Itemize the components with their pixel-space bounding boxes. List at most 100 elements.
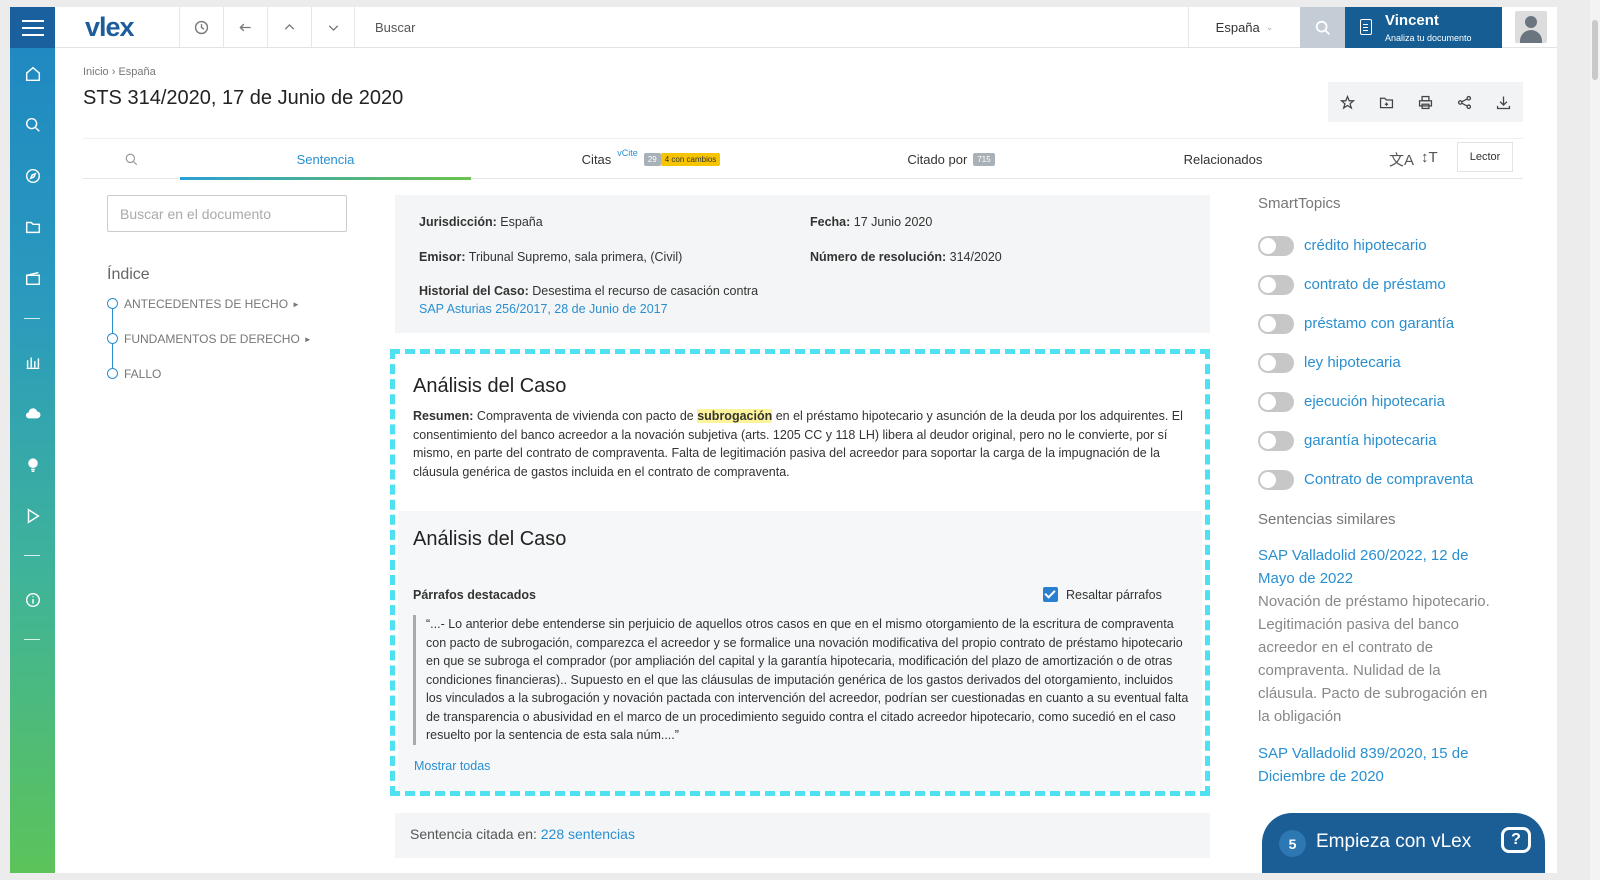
summary-label: Resumen: [413,409,474,423]
tab-relacionados[interactable]: Relacionados [1133,139,1313,179]
chevron-up-icon[interactable] [267,7,311,48]
smarttopic-label[interactable]: crédito hipotecario [1304,237,1427,254]
toc-dot-icon [107,333,118,344]
citas-changes-badge: 4 con cambios [660,152,721,166]
home-icon[interactable] [10,65,55,83]
toc-item[interactable]: FALLO [107,367,312,402]
date-value: 17 Junio 2020 [853,215,933,229]
analysis-title: Análisis del Caso [413,528,567,550]
document-search-input[interactable]: Buscar en el documento [107,195,347,232]
toc-item[interactable]: ANTECEDENTES DE HECHO ► [107,297,312,332]
toggle-switch[interactable] [1258,313,1294,334]
country-select[interactable]: España ⌄ [1188,7,1300,48]
tab-sentencia[interactable]: Sentencia [180,139,471,179]
cloud-icon[interactable] [10,405,55,423]
smarttopic-item[interactable]: ley hipotecaria [1258,343,1503,382]
smarttopic-label[interactable]: Contrato de compraventa [1304,471,1473,488]
back-arrow-icon[interactable] [223,7,267,48]
similar-link[interactable]: SAP Valladolid 260/2022, 12 de Mayo de 2… [1258,544,1503,590]
search-button[interactable] [1300,7,1345,48]
chat-bubble-icon[interactable]: ? [1501,827,1531,853]
tab-label: Relacionados [1183,151,1263,167]
scrollbar-thumb[interactable] [1592,20,1598,80]
user-avatar[interactable] [1515,11,1547,43]
folder-icon[interactable] [10,218,55,236]
smarttopic-item[interactable]: préstamo con garantía [1258,304,1503,343]
toc-item-label: FUNDAMENTOS DE DERECHO [124,332,300,346]
tab-citado-por[interactable]: Citado por 715 [831,139,1071,179]
toggle-switch[interactable] [1258,469,1294,490]
checkbox-checked-icon[interactable] [1043,587,1058,602]
toggle-switch[interactable] [1258,235,1294,256]
analysis-highlight-box: Análisis del Caso Resumen: Compraventa d… [390,349,1210,796]
tab-label: Citado por [907,151,968,167]
history-icon[interactable] [179,7,223,48]
highlighted-paragraphs-label: Párrafos destacados [413,588,536,602]
toggle-switch[interactable] [1258,391,1294,412]
text-size-icon[interactable]: ↕T [1421,149,1438,166]
toggle-switch[interactable] [1258,274,1294,295]
vlex-logo[interactable]: vlex [85,12,135,43]
search-icon[interactable] [10,116,55,134]
citado-count-badge: 715 [973,152,995,166]
cited-in-link[interactable]: 228 sentencias [541,826,635,842]
highlight-paragraphs-label: Resaltar párrafos [1066,587,1162,602]
smarttopic-label[interactable]: garantía hipotecaria [1304,432,1437,449]
caret-right-icon: ► [292,300,300,309]
lector-button[interactable]: Lector [1457,142,1513,172]
analysis-summary: Resumen: Compraventa de vivienda con pac… [413,407,1198,481]
smarttopic-item[interactable]: contrato de préstamo [1258,265,1503,304]
similar-link[interactable]: SAP Valladolid 839/2020, 15 de Diciembre… [1258,742,1503,788]
download-icon[interactable] [1484,82,1523,122]
smarttopic-label[interactable]: ley hipotecaria [1304,354,1401,371]
global-search-input[interactable]: Buscar [375,20,415,35]
lightbulb-icon[interactable] [10,456,55,474]
highlighted-paragraphs-card: Análisis del Caso Párrafos destacados Re… [398,511,1202,791]
tab-search-icon[interactable] [83,139,180,179]
translate-icon[interactable]: 文A [1389,149,1414,170]
smarttopic-item[interactable]: crédito hipotecario [1258,226,1503,265]
print-icon[interactable] [1406,82,1445,122]
smarttopic-item[interactable]: garantía hipotecaria [1258,421,1503,460]
history-row: Historial del Caso: Desestima el recurso… [419,284,758,298]
highlight-paragraphs-toggle[interactable]: Resaltar párrafos [1043,587,1162,602]
chat-widget[interactable]: 5 Empieza con vLex ? [1262,813,1545,873]
add-to-folder-icon[interactable] [1367,82,1406,122]
vincent-assistant-button[interactable]: Vincent Analiza tu documento [1345,7,1502,48]
show-all-link[interactable]: Mostrar todas [414,759,490,773]
smarttopic-item[interactable]: ejecución hipotecaria [1258,382,1503,421]
toggle-switch[interactable] [1258,430,1294,451]
clapperboard-icon[interactable] [10,269,55,287]
chat-count-badge: 5 [1279,830,1306,857]
toc-item-label: ANTECEDENTES DE HECHO [124,297,289,311]
app-window: vlex Buscar España ⌄ Vincent Analiza tu … [10,7,1557,873]
star-icon[interactable] [1328,82,1367,122]
info-icon[interactable] [10,591,55,609]
play-document-icon[interactable] [10,507,55,525]
chevron-down-icon[interactable] [311,7,355,48]
hamburger-menu-icon[interactable] [10,7,55,48]
compass-icon[interactable] [10,167,55,185]
tab-citas[interactable]: Citas vCite 29 4 con cambios [471,139,831,179]
page-scrollbar[interactable] [1590,0,1600,880]
breadcrumb[interactable]: Inicio › España [83,66,156,78]
share-icon[interactable] [1445,82,1484,122]
active-tab-underline [180,177,471,180]
history-case-link[interactable]: SAP Asturias 256/2017, 28 de Junio de 20… [419,302,668,316]
smarttopic-label[interactable]: ejecución hipotecaria [1304,393,1445,410]
toc-item[interactable]: FUNDAMENTOS DE DERECHO ► [107,332,312,367]
highlighted-paragraph-quote: “...- Lo anterior debe entenderse sin pe… [413,615,1191,745]
toc-dot-icon [107,368,118,379]
smarttopic-item[interactable]: Contrato de compraventa [1258,460,1503,499]
toggle-switch[interactable] [1258,352,1294,373]
smarttopic-label[interactable]: contrato de préstamo [1304,276,1446,293]
bar-chart-icon[interactable] [10,353,55,371]
right-panel: SmartTopics crédito hipotecario contrato… [1258,195,1503,802]
smarttopic-label[interactable]: préstamo con garantía [1304,315,1454,332]
case-metadata: Jurisdicción: España Fecha: 17 Junio 202… [395,195,1210,333]
history-link-row: SAP Asturias 256/2017, 28 de Junio de 20… [419,302,668,316]
history-value: Desestima el recurso de casación contra [532,284,759,298]
cited-in-label: Sentencia citada en: [410,826,537,842]
jurisdiction-label: Jurisdicción: [419,215,497,229]
vcite-label: vCite [617,148,638,158]
